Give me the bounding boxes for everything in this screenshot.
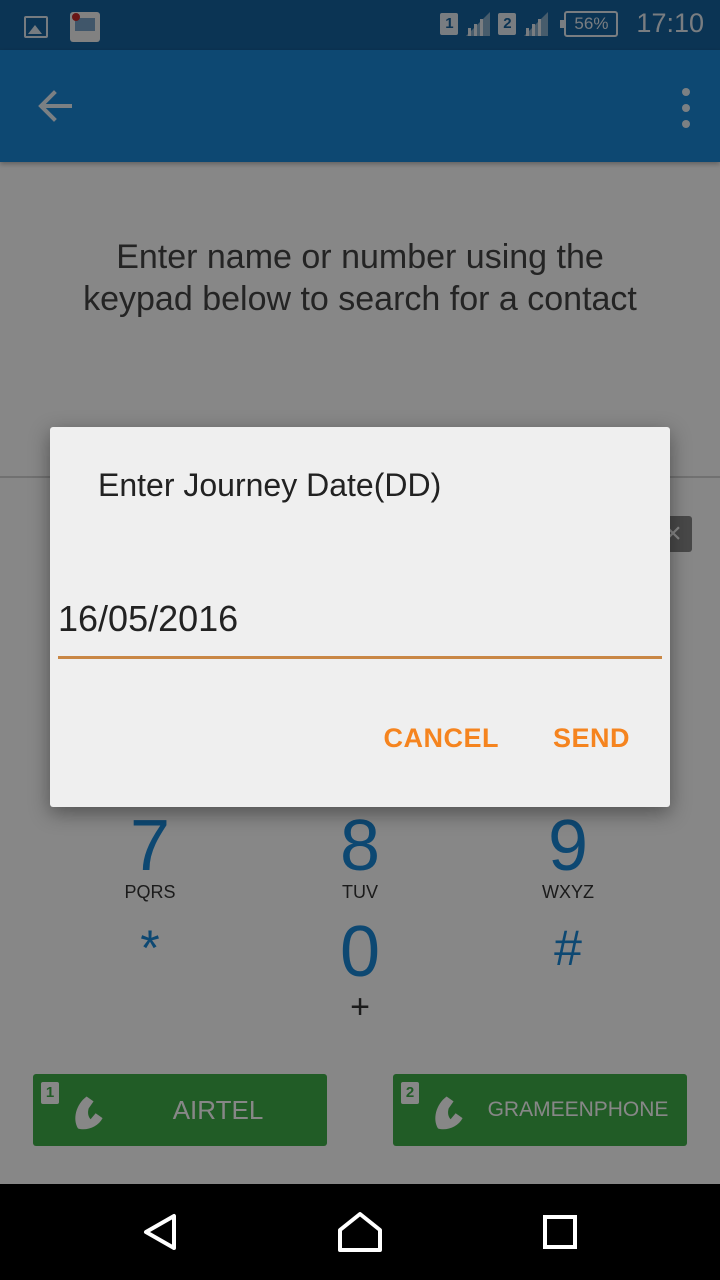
journey-date-dialog: Enter Journey Date(DD) CANCEL SEND bbox=[50, 427, 670, 807]
dialog-title: Enter Journey Date(DD) bbox=[98, 467, 442, 503]
home-icon bbox=[338, 1212, 382, 1252]
send-button[interactable]: SEND bbox=[553, 723, 630, 754]
journey-date-input[interactable] bbox=[58, 593, 662, 659]
cancel-button[interactable]: CANCEL bbox=[383, 723, 499, 754]
nav-recents-button[interactable] bbox=[536, 1208, 584, 1256]
recents-square-icon bbox=[543, 1215, 577, 1249]
nav-home-button[interactable] bbox=[336, 1208, 384, 1256]
nav-back-button[interactable] bbox=[136, 1208, 184, 1256]
dialer-screen: 1 2 56% 17:10 Enter name or number using… bbox=[0, 0, 720, 1184]
navigation-bar bbox=[0, 1184, 720, 1280]
triangle-back-icon bbox=[144, 1214, 176, 1250]
